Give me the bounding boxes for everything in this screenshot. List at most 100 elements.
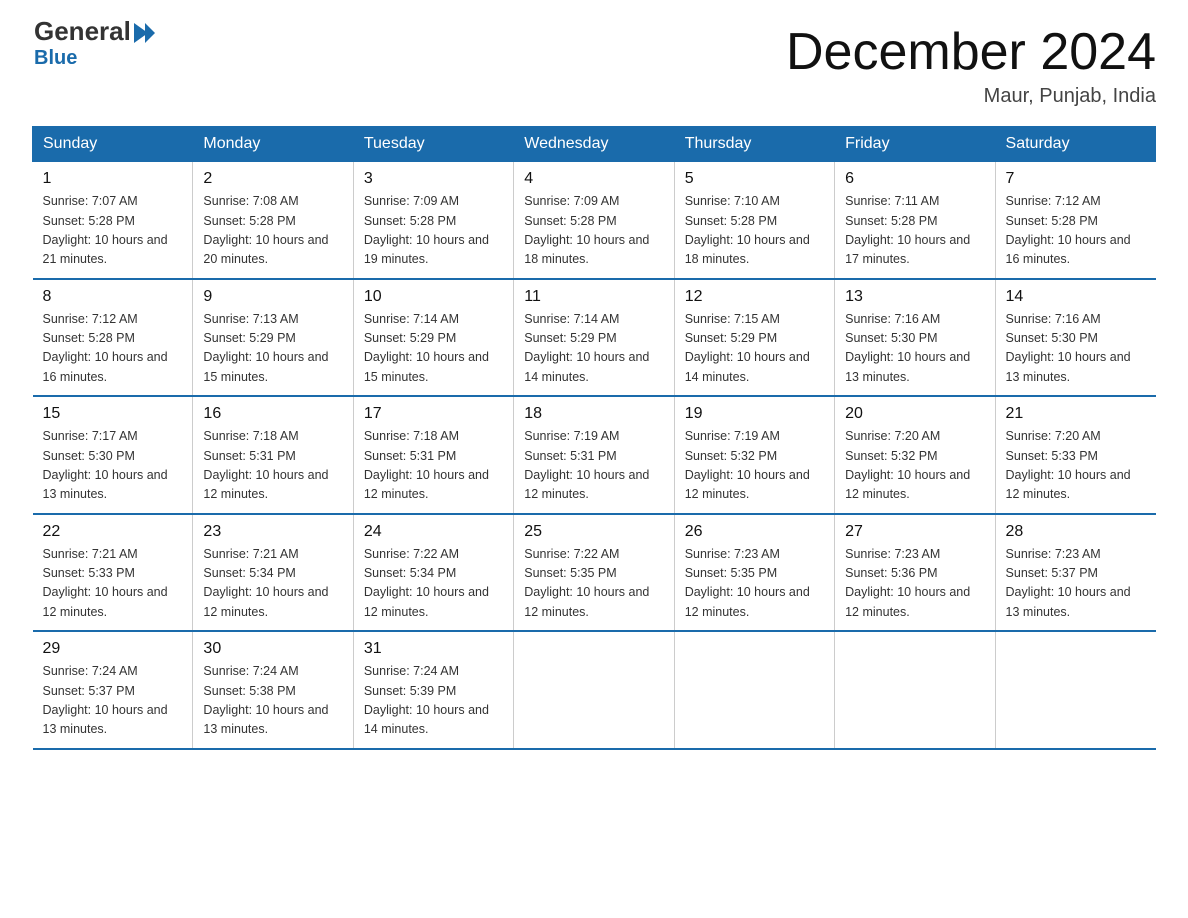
table-cell: 4 Sunrise: 7:09 AMSunset: 5:28 PMDayligh… — [514, 162, 674, 279]
day-info: Sunrise: 7:16 AMSunset: 5:30 PMDaylight:… — [845, 310, 984, 388]
logo-blue-text: Blue — [34, 47, 77, 70]
day-number: 6 — [845, 170, 984, 188]
table-cell: 30 Sunrise: 7:24 AMSunset: 5:38 PMDaylig… — [193, 631, 353, 749]
day-number: 9 — [203, 288, 342, 306]
day-number: 17 — [364, 405, 503, 423]
day-info: Sunrise: 7:24 AMSunset: 5:39 PMDaylight:… — [364, 662, 503, 740]
day-info: Sunrise: 7:20 AMSunset: 5:33 PMDaylight:… — [1006, 427, 1146, 505]
day-info: Sunrise: 7:18 AMSunset: 5:31 PMDaylight:… — [203, 427, 342, 505]
day-number: 5 — [685, 170, 824, 188]
day-info: Sunrise: 7:08 AMSunset: 5:28 PMDaylight:… — [203, 192, 342, 270]
table-cell: 25 Sunrise: 7:22 AMSunset: 5:35 PMDaylig… — [514, 514, 674, 632]
day-info: Sunrise: 7:21 AMSunset: 5:33 PMDaylight:… — [43, 545, 183, 623]
day-info: Sunrise: 7:07 AMSunset: 5:28 PMDaylight:… — [43, 192, 183, 270]
day-number: 31 — [364, 640, 503, 658]
day-info: Sunrise: 7:23 AMSunset: 5:36 PMDaylight:… — [845, 545, 984, 623]
table-cell: 22 Sunrise: 7:21 AMSunset: 5:33 PMDaylig… — [33, 514, 193, 632]
day-info: Sunrise: 7:13 AMSunset: 5:29 PMDaylight:… — [203, 310, 342, 388]
table-cell: 16 Sunrise: 7:18 AMSunset: 5:31 PMDaylig… — [193, 396, 353, 514]
header-tuesday: Tuesday — [353, 127, 513, 162]
day-number: 23 — [203, 523, 342, 541]
table-cell: 24 Sunrise: 7:22 AMSunset: 5:34 PMDaylig… — [353, 514, 513, 632]
table-cell: 29 Sunrise: 7:24 AMSunset: 5:37 PMDaylig… — [33, 631, 193, 749]
day-info: Sunrise: 7:23 AMSunset: 5:35 PMDaylight:… — [685, 545, 824, 623]
day-number: 13 — [845, 288, 984, 306]
day-info: Sunrise: 7:18 AMSunset: 5:31 PMDaylight:… — [364, 427, 503, 505]
logo-general-full: General — [34, 16, 131, 47]
day-number: 19 — [685, 405, 824, 423]
day-number: 4 — [524, 170, 663, 188]
page-header: General General Blue December 2024 Maur,… — [32, 24, 1156, 108]
table-cell: 23 Sunrise: 7:21 AMSunset: 5:34 PMDaylig… — [193, 514, 353, 632]
day-number: 8 — [43, 288, 183, 306]
day-number: 30 — [203, 640, 342, 658]
day-number: 26 — [685, 523, 824, 541]
table-cell: 21 Sunrise: 7:20 AMSunset: 5:33 PMDaylig… — [995, 396, 1155, 514]
day-info: Sunrise: 7:09 AMSunset: 5:28 PMDaylight:… — [364, 192, 503, 270]
table-cell: 9 Sunrise: 7:13 AMSunset: 5:29 PMDayligh… — [193, 279, 353, 397]
calendar-body: 1 Sunrise: 7:07 AMSunset: 5:28 PMDayligh… — [33, 162, 1156, 749]
day-info: Sunrise: 7:19 AMSunset: 5:32 PMDaylight:… — [685, 427, 824, 505]
day-number: 14 — [1006, 288, 1146, 306]
table-cell: 31 Sunrise: 7:24 AMSunset: 5:39 PMDaylig… — [353, 631, 513, 749]
day-number: 7 — [1006, 170, 1146, 188]
day-info: Sunrise: 7:11 AMSunset: 5:28 PMDaylight:… — [845, 192, 984, 270]
table-cell: 18 Sunrise: 7:19 AMSunset: 5:31 PMDaylig… — [514, 396, 674, 514]
day-info: Sunrise: 7:10 AMSunset: 5:28 PMDaylight:… — [685, 192, 824, 270]
day-info: Sunrise: 7:24 AMSunset: 5:38 PMDaylight:… — [203, 662, 342, 740]
day-info: Sunrise: 7:14 AMSunset: 5:29 PMDaylight:… — [364, 310, 503, 388]
title-block: December 2024 Maur, Punjab, India — [786, 24, 1156, 108]
table-cell: 17 Sunrise: 7:18 AMSunset: 5:31 PMDaylig… — [353, 396, 513, 514]
day-info: Sunrise: 7:17 AMSunset: 5:30 PMDaylight:… — [43, 427, 183, 505]
header-wednesday: Wednesday — [514, 127, 674, 162]
header-saturday: Saturday — [995, 127, 1155, 162]
calendar-table: Sunday Monday Tuesday Wednesday Thursday… — [32, 126, 1156, 750]
day-number: 3 — [364, 170, 503, 188]
table-cell: 14 Sunrise: 7:16 AMSunset: 5:30 PMDaylig… — [995, 279, 1155, 397]
table-cell: 10 Sunrise: 7:14 AMSunset: 5:29 PMDaylig… — [353, 279, 513, 397]
month-title: December 2024 — [786, 24, 1156, 81]
table-cell: 26 Sunrise: 7:23 AMSunset: 5:35 PMDaylig… — [674, 514, 834, 632]
day-info: Sunrise: 7:22 AMSunset: 5:34 PMDaylight:… — [364, 545, 503, 623]
table-cell: 1 Sunrise: 7:07 AMSunset: 5:28 PMDayligh… — [33, 162, 193, 279]
table-cell — [995, 631, 1155, 749]
table-cell: 13 Sunrise: 7:16 AMSunset: 5:30 PMDaylig… — [835, 279, 995, 397]
table-cell: 6 Sunrise: 7:11 AMSunset: 5:28 PMDayligh… — [835, 162, 995, 279]
logo: General General Blue — [32, 24, 155, 70]
day-info: Sunrise: 7:21 AMSunset: 5:34 PMDaylight:… — [203, 545, 342, 623]
day-number: 28 — [1006, 523, 1146, 541]
table-cell: 8 Sunrise: 7:12 AMSunset: 5:28 PMDayligh… — [33, 279, 193, 397]
table-cell: 7 Sunrise: 7:12 AMSunset: 5:28 PMDayligh… — [995, 162, 1155, 279]
header-monday: Monday — [193, 127, 353, 162]
day-info: Sunrise: 7:19 AMSunset: 5:31 PMDaylight:… — [524, 427, 663, 505]
logo-triangle2-icon — [145, 23, 155, 43]
day-number: 11 — [524, 288, 663, 306]
day-info: Sunrise: 7:12 AMSunset: 5:28 PMDaylight:… — [43, 310, 183, 388]
day-info: Sunrise: 7:12 AMSunset: 5:28 PMDaylight:… — [1006, 192, 1146, 270]
day-number: 27 — [845, 523, 984, 541]
table-cell: 28 Sunrise: 7:23 AMSunset: 5:37 PMDaylig… — [995, 514, 1155, 632]
table-cell: 12 Sunrise: 7:15 AMSunset: 5:29 PMDaylig… — [674, 279, 834, 397]
header-thursday: Thursday — [674, 127, 834, 162]
day-info: Sunrise: 7:14 AMSunset: 5:29 PMDaylight:… — [524, 310, 663, 388]
table-cell: 15 Sunrise: 7:17 AMSunset: 5:30 PMDaylig… — [33, 396, 193, 514]
header-sunday: Sunday — [33, 127, 193, 162]
day-number: 10 — [364, 288, 503, 306]
table-cell: 27 Sunrise: 7:23 AMSunset: 5:36 PMDaylig… — [835, 514, 995, 632]
day-number: 22 — [43, 523, 183, 541]
day-info: Sunrise: 7:16 AMSunset: 5:30 PMDaylight:… — [1006, 310, 1146, 388]
table-cell: 3 Sunrise: 7:09 AMSunset: 5:28 PMDayligh… — [353, 162, 513, 279]
day-number: 25 — [524, 523, 663, 541]
table-cell: 11 Sunrise: 7:14 AMSunset: 5:29 PMDaylig… — [514, 279, 674, 397]
table-cell — [835, 631, 995, 749]
table-cell: 2 Sunrise: 7:08 AMSunset: 5:28 PMDayligh… — [193, 162, 353, 279]
day-info: Sunrise: 7:23 AMSunset: 5:37 PMDaylight:… — [1006, 545, 1146, 623]
table-cell — [514, 631, 674, 749]
table-cell: 20 Sunrise: 7:20 AMSunset: 5:32 PMDaylig… — [835, 396, 995, 514]
day-number: 12 — [685, 288, 824, 306]
day-number: 29 — [43, 640, 183, 658]
day-info: Sunrise: 7:15 AMSunset: 5:29 PMDaylight:… — [685, 310, 824, 388]
table-cell: 5 Sunrise: 7:10 AMSunset: 5:28 PMDayligh… — [674, 162, 834, 279]
table-cell — [674, 631, 834, 749]
day-number: 21 — [1006, 405, 1146, 423]
